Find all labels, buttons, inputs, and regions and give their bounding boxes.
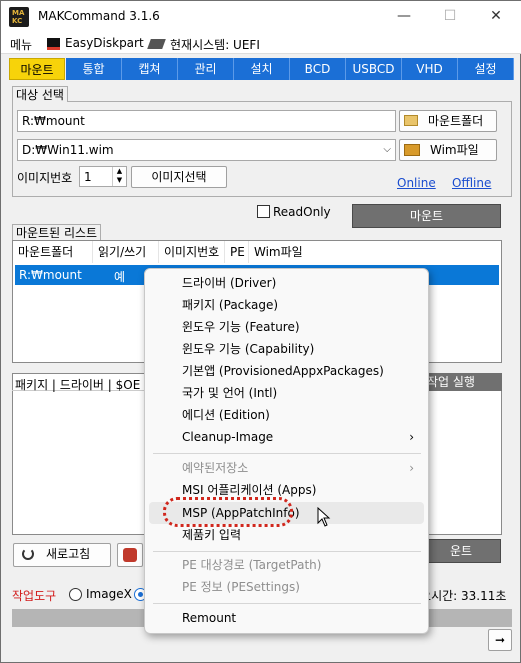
folder-icon (404, 115, 418, 126)
menu-item-reserved-storage: 예약된저장소 › (149, 457, 424, 479)
refresh-button[interactable]: 새로고침 (13, 543, 111, 567)
menu-item-pe-targetpath: PE 대상경로 (TargetPath) (182, 558, 322, 572)
tab-bcd[interactable]: BCD (290, 58, 346, 80)
chevron-right-icon: › (409, 430, 414, 444)
app-icon: MA KC (9, 7, 29, 27)
image-select-button[interactable]: 이미지선택 (131, 166, 227, 188)
image-number-label: 이미지번호 (17, 171, 73, 185)
tab-vhd[interactable]: VHD (402, 58, 458, 80)
menu-item-provisioned-appx[interactable]: 기본앱 (ProvisionedAppxPackages) (149, 360, 424, 382)
tab-integrate[interactable]: 통합 (66, 58, 122, 80)
menu-item-product-key[interactable]: 제품키 입력 (149, 524, 424, 546)
wim-path-select[interactable]: D:₩Win11.wim ⌵ (17, 139, 396, 161)
readonly-checkbox[interactable] (257, 205, 270, 218)
menu-item-menu[interactable]: 메뉴 (10, 36, 32, 53)
tools-icon (123, 548, 137, 562)
wim-file-button[interactable]: Wim파일 (399, 139, 497, 161)
menu-item-feature[interactable]: 윈도우 기능 (Feature) (149, 316, 424, 338)
stepper-arrows-icon[interactable]: ▲ ▼ (112, 167, 126, 186)
wim-file-icon (404, 144, 420, 156)
window-title: MAKCommand 3.1.6 (38, 9, 160, 23)
minimize-button[interactable]: — (381, 1, 427, 32)
online-link[interactable]: Online (397, 176, 436, 190)
run-task-button[interactable]: 작업 실행 (421, 373, 502, 391)
title-bar: MA KC MAKCommand 3.1.6 — ☐ ✕ (1, 1, 521, 32)
mounted-list-label: 마운트된 리스트 (12, 224, 102, 240)
chevron-right-icon: › (409, 461, 414, 475)
mount-button[interactable]: 마운트 (352, 204, 501, 228)
context-menu: 드라이버 (Driver) 패키지 (Package) 윈도우 기능 (Feat… (144, 268, 429, 634)
imagex-label: ImageX (86, 587, 132, 601)
tools-label: 작업도구 (12, 589, 57, 603)
tab-capture[interactable]: 캡쳐 (122, 58, 178, 80)
menu-item-pe-settings: PE 정보 (PESettings) (182, 580, 300, 594)
menu-item-package[interactable]: 패키지 (Package) (149, 294, 424, 316)
maximize-button[interactable]: ☐ (427, 1, 473, 32)
menu-item-cleanup-image[interactable]: Cleanup-Image › (149, 426, 424, 448)
tab-mount[interactable]: 마운트 (9, 58, 65, 80)
tab-manage[interactable]: 관리 (178, 58, 234, 80)
app-window: MA KC MAKCommand 3.1.6 — ☐ ✕ 메뉴 EasyDisk… (0, 0, 521, 663)
column-pe[interactable]: PE (225, 241, 249, 263)
imagex-radio[interactable] (69, 588, 82, 601)
readonly-label: ReadOnly (273, 205, 331, 219)
column-read-write[interactable]: 읽기/쓰기 (93, 241, 159, 263)
refresh-icon (22, 548, 34, 560)
image-number-stepper[interactable]: 1 ▲ ▼ (79, 166, 127, 187)
unmount-button[interactable]: 운트 (421, 539, 501, 563)
tool-button[interactable] (117, 543, 143, 567)
offline-link[interactable]: Offline (452, 176, 491, 190)
menu-item-easydiskpart[interactable]: EasyDiskpart (65, 36, 144, 50)
tab-settings[interactable]: 설정 (458, 58, 514, 80)
tab-install[interactable]: 설치 (234, 58, 290, 80)
disk-icon (47, 38, 60, 50)
next-arrow-button[interactable]: ➞ (488, 629, 512, 651)
menu-item-driver[interactable]: 드라이버 (Driver) (149, 272, 424, 294)
target-group-label: 대상 선택 (12, 86, 68, 102)
menu-separator (153, 453, 421, 454)
menu-separator (153, 603, 421, 604)
package-panel-label: 패키지 | 드라이버 | $OE (15, 378, 141, 392)
close-button[interactable]: ✕ (473, 1, 519, 32)
mouse-cursor-icon (317, 507, 331, 527)
chevron-down-icon: ⌵ (383, 144, 391, 155)
mount-folder-button[interactable]: 마운트폴더 (399, 110, 497, 132)
column-mount-folder[interactable]: 마운트폴더 (13, 241, 93, 263)
column-image-number[interactable]: 이미지번호 (159, 241, 225, 263)
column-wim-file[interactable]: Wim파일 (249, 241, 501, 263)
mount-path-input[interactable]: R:₩mount (17, 110, 396, 132)
menu-item-edition[interactable]: 에디션 (Edition) (149, 404, 424, 426)
tab-usbcd[interactable]: USBCD (346, 58, 402, 80)
highlight-ring (163, 497, 293, 527)
menu-item-intl[interactable]: 국가 및 언어 (Intl) (149, 382, 424, 404)
menu-item-capability[interactable]: 윈도우 기능 (Capability) (149, 338, 424, 360)
menu-item-system[interactable]: 현재시스템: UEFI (170, 36, 260, 53)
menu-separator (153, 551, 421, 552)
menu-item-remount[interactable]: Remount (149, 607, 424, 629)
